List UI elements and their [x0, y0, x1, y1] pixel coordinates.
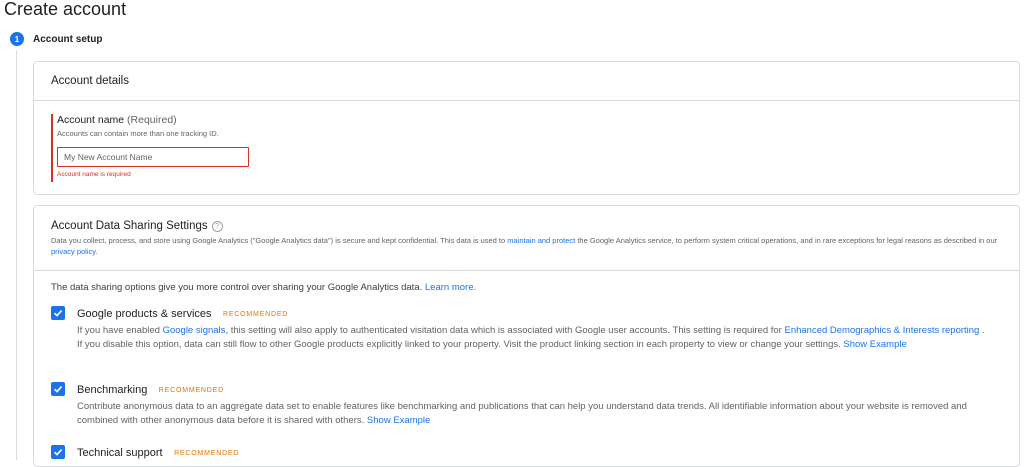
required-marker: (Required)	[127, 114, 177, 126]
check-icon	[53, 449, 63, 456]
step-connector-line	[16, 50, 17, 460]
account-details-card: Account details Account name (Required) …	[33, 61, 1020, 195]
help-icon[interactable]: ?	[211, 220, 223, 232]
benchmarking-body: Benchmarking RECOMMENDED Contribute anon…	[77, 380, 991, 427]
benchmarking-title: Benchmarking	[77, 384, 148, 396]
step-indicator: 1 Account setup	[10, 32, 102, 46]
account-name-label-text: Account name	[57, 114, 125, 126]
technical-support-title: Technical support	[77, 447, 163, 459]
benchmarking-checkbox[interactable]	[51, 382, 65, 396]
data-sharing-title-text: Account Data Sharing Settings	[51, 220, 208, 232]
desc-text-3: .	[95, 247, 98, 256]
recommended-badge: RECOMMENDED	[174, 450, 240, 457]
bm-desc-a: Contribute anonymous data to an aggregat…	[77, 401, 967, 426]
desc-text-2: the Google Analytics service, to perform…	[575, 236, 998, 245]
account-name-field-group: Account name (Required) Accounts can con…	[51, 114, 357, 182]
benchmarking-heading: Benchmarking RECOMMENDED	[77, 380, 991, 398]
technical-support-checkbox[interactable]	[51, 445, 65, 459]
data-sharing-description: Data you collect, process, and store usi…	[51, 235, 1001, 257]
show-example-link[interactable]: Show Example	[367, 415, 430, 426]
privacy-policy-link[interactable]: privacy policy	[51, 247, 95, 256]
google-products-title: Google products & services	[77, 308, 212, 320]
account-name-label: Account name (Required)	[57, 114, 357, 126]
enhanced-demographics-link[interactable]: Enhanced Demographics & Interests report…	[784, 325, 979, 336]
google-products-body: Google products & services RECOMMENDED I…	[77, 304, 991, 351]
benchmarking-description: Contribute anonymous data to an aggregat…	[77, 400, 991, 427]
learn-more-link[interactable]: Learn more.	[425, 282, 476, 293]
show-example-link[interactable]: Show Example	[843, 339, 906, 350]
data-sharing-card: Account Data Sharing Settings ? Data you…	[33, 205, 1020, 467]
data-sharing-title: Account Data Sharing Settings ?	[51, 220, 1002, 232]
recommended-badge: RECOMMENDED	[158, 387, 224, 394]
technical-support-body: Technical support RECOMMENDED	[77, 443, 991, 461]
account-name-input[interactable]	[57, 147, 249, 167]
technical-support-heading: Technical support RECOMMENDED	[77, 443, 991, 461]
sharing-intro: The data sharing options give you more c…	[51, 282, 476, 293]
maintain-protect-link[interactable]: maintain and protect	[507, 236, 575, 245]
gp-desc-b: , this setting will also apply to authen…	[225, 325, 785, 336]
data-sharing-header: Account Data Sharing Settings ? Data you…	[34, 206, 1019, 271]
google-products-heading: Google products & services RECOMMENDED	[77, 304, 991, 322]
step-number-badge: 1	[10, 32, 24, 46]
check-icon	[53, 386, 63, 393]
account-name-error: Account name is required	[57, 171, 131, 178]
recommended-badge: RECOMMENDED	[222, 311, 289, 318]
google-products-checkbox[interactable]	[51, 306, 65, 320]
account-details-header: Account details	[34, 62, 1019, 101]
google-signals-link[interactable]: Google signals	[163, 325, 226, 336]
check-icon	[53, 310, 63, 317]
gp-desc-a: If you have enabled	[77, 325, 163, 336]
sharing-intro-text: The data sharing options give you more c…	[51, 282, 423, 293]
page-title: Create account	[4, 0, 127, 19]
step-label: Account setup	[33, 33, 103, 45]
account-name-help: Accounts can contain more than one track…	[57, 129, 219, 138]
google-products-description: If you have enabled Google signals, this…	[77, 324, 991, 351]
desc-text-1: Data you collect, process, and store usi…	[51, 236, 508, 245]
